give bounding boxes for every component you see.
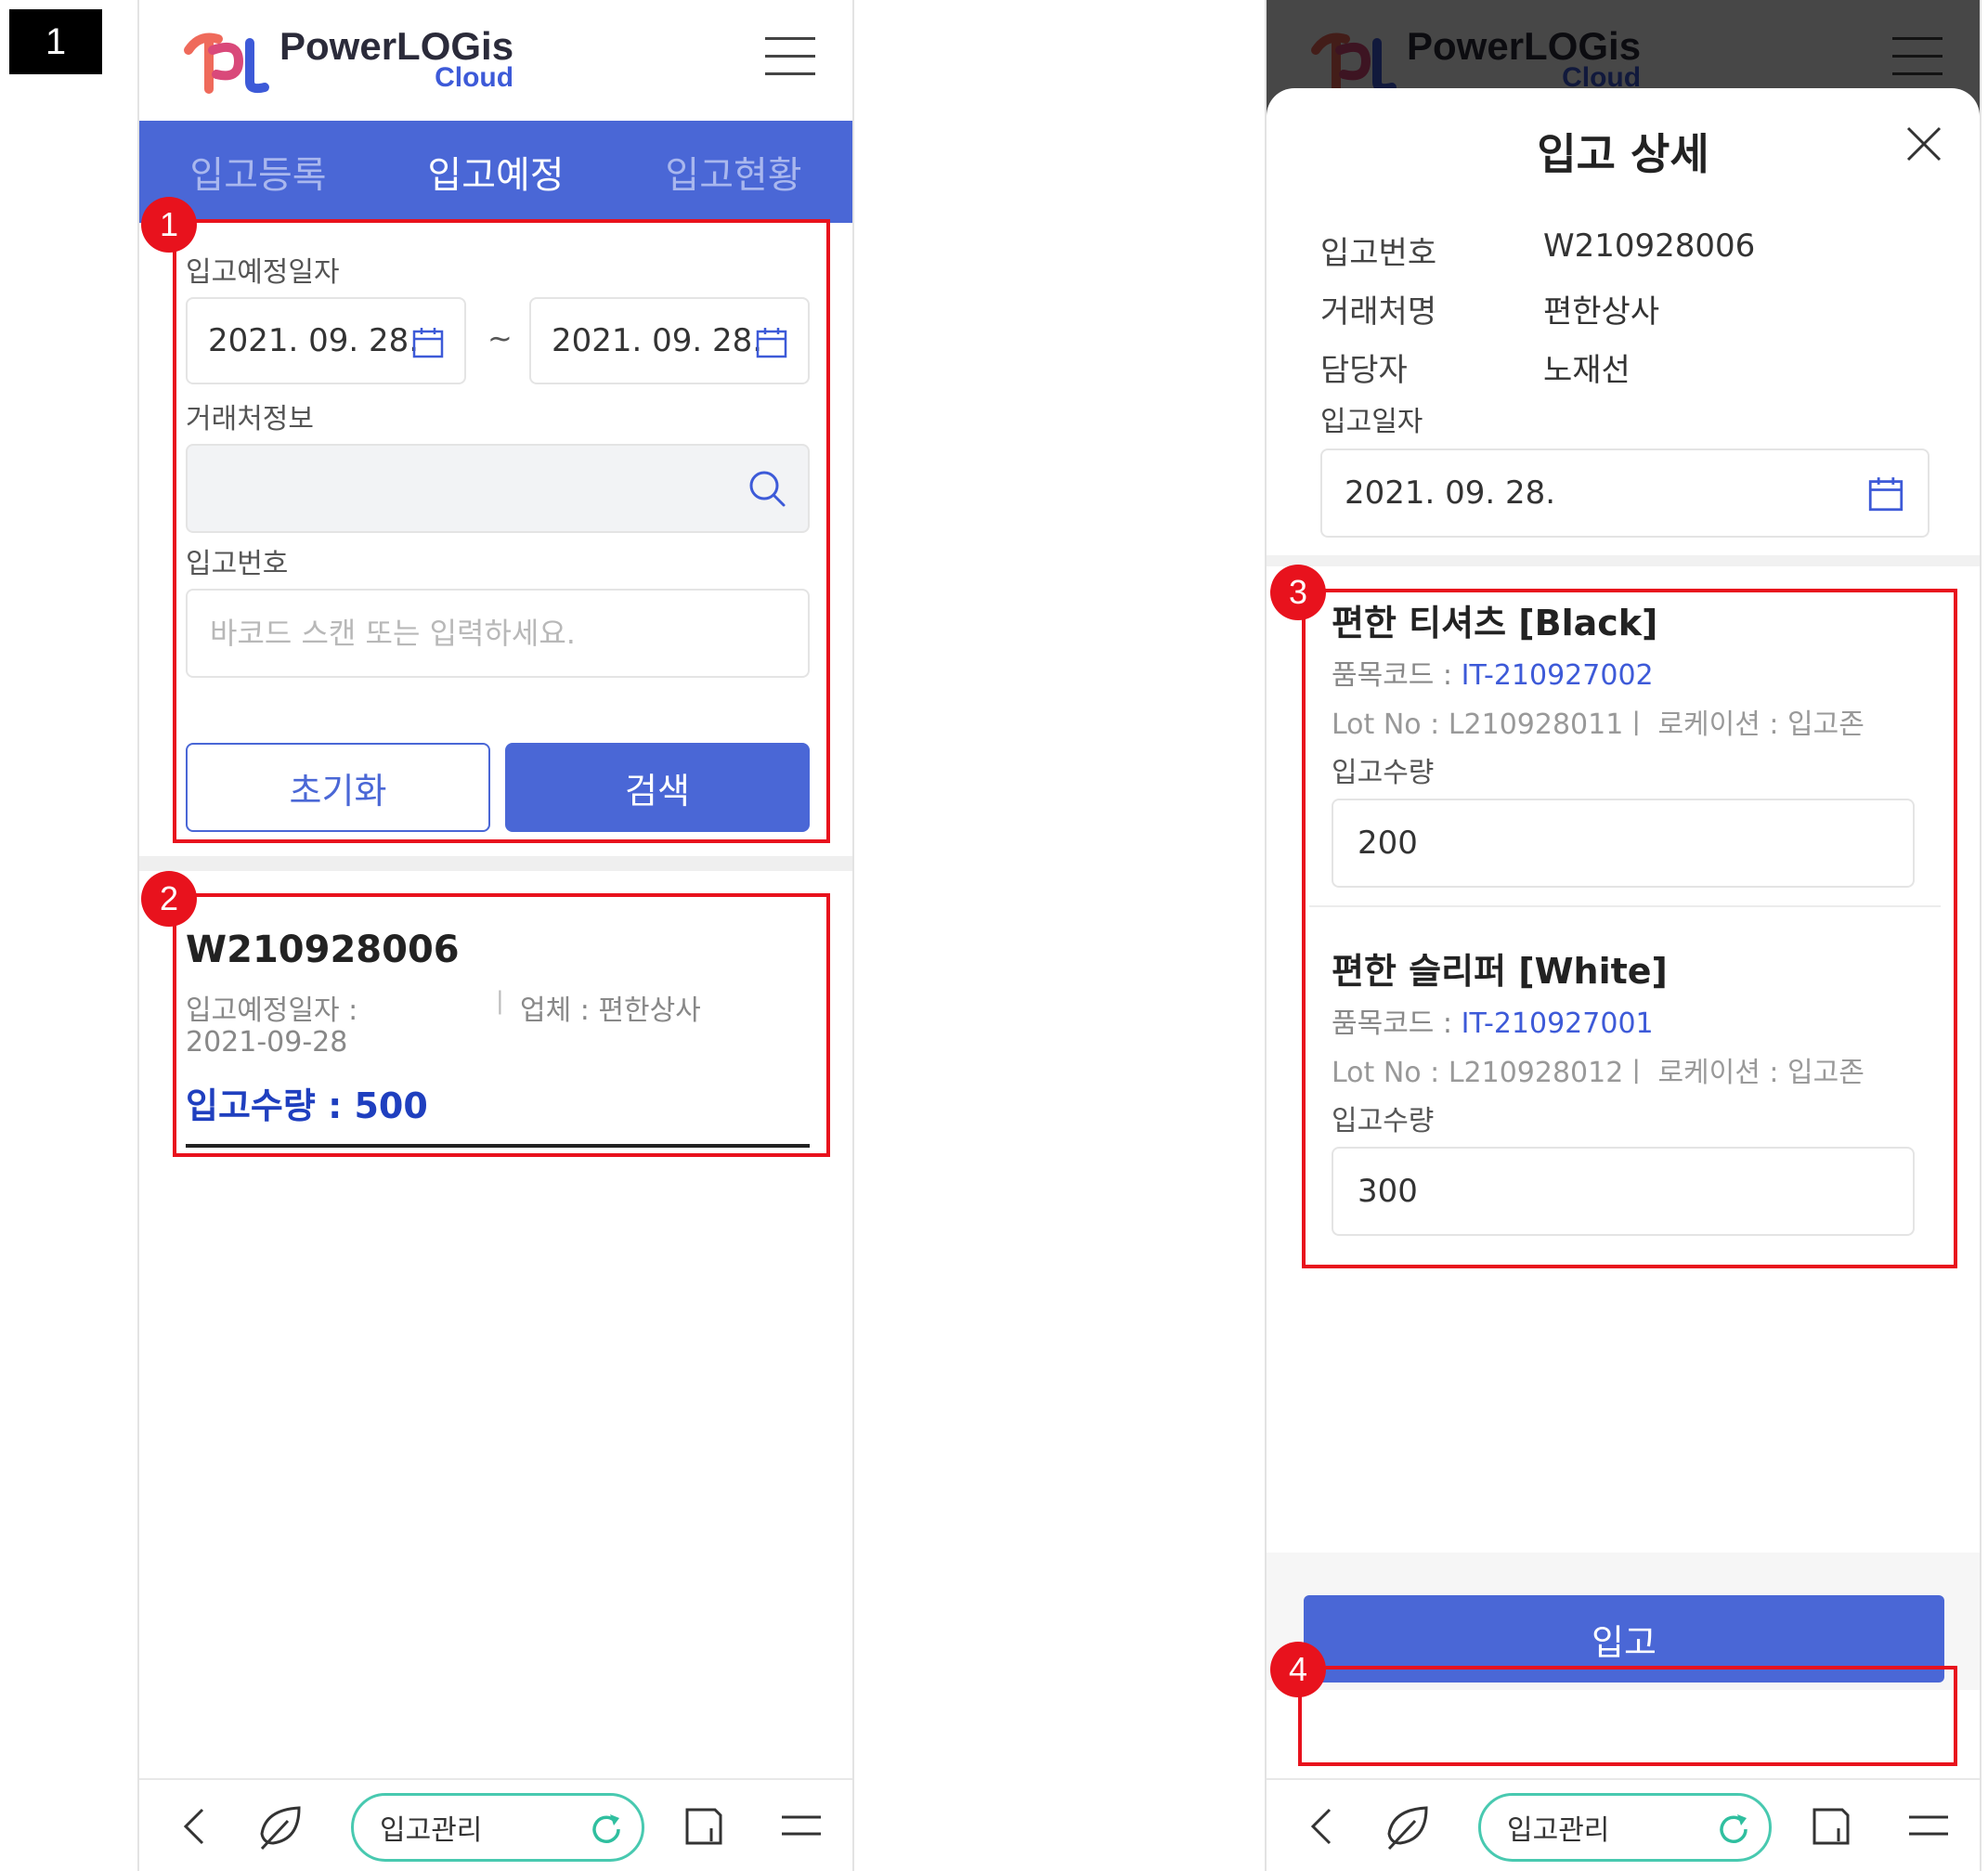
browser-bottom-bar: 입고관리 <box>1267 1778 1980 1871</box>
manager-value: 노재선 <box>1543 352 1631 389</box>
receipt-date-value: 2021. 09. 28. <box>1345 474 1556 512</box>
leaf-icon[interactable] <box>1384 1802 1434 1852</box>
annotation-box-4 <box>1298 1666 1957 1766</box>
tabs-icon[interactable] <box>683 1804 726 1849</box>
url-bar-label: 입고관리 <box>380 1814 483 1847</box>
back-icon[interactable] <box>1304 1806 1337 1847</box>
calendar-icon[interactable] <box>1868 476 1904 512</box>
menu-icon[interactable] <box>780 1812 823 1839</box>
logo-subtext: Cloud <box>435 62 514 93</box>
annotation-badge-3: 3 <box>1270 565 1326 620</box>
tab-receipt-scheduled[interactable]: 입고예정 <box>377 121 615 223</box>
logo-mark-icon <box>184 32 269 94</box>
manager-key: 담당자 <box>1320 352 1408 389</box>
tab-bar: 입고등록 입고예정 입고현황 <box>139 121 852 223</box>
annotation-badge-2: 2 <box>141 871 197 927</box>
browser-bottom-bar: 입고관리 <box>139 1778 852 1871</box>
logo-text: PowerLOGis <box>279 24 514 68</box>
sheet-title: 입고 상세 <box>1537 129 1709 179</box>
partner-name-value: 편한상사 <box>1543 293 1660 331</box>
receipt-date-label: 입고일자 <box>1320 406 1423 438</box>
menu-icon[interactable] <box>1907 1812 1950 1839</box>
annotation-badge-1: 1 <box>141 197 197 253</box>
section-divider <box>1267 555 1980 566</box>
receipt-date-input[interactable]: 2021. 09. 28. <box>1320 448 1930 538</box>
reload-icon[interactable] <box>1715 1811 1752 1848</box>
url-bar[interactable]: 입고관리 <box>351 1793 644 1862</box>
page-number-label: 1 <box>9 9 102 74</box>
reload-icon[interactable] <box>588 1811 625 1848</box>
receipt-number-key: 입고번호 <box>1320 235 1437 272</box>
app-logo[interactable]: PowerLOGis Cloud <box>181 22 513 97</box>
annotation-box-2 <box>173 893 830 1157</box>
section-divider <box>139 856 852 871</box>
receipt-number-value: W210928006 <box>1543 227 1756 265</box>
url-bar[interactable]: 입고관리 <box>1478 1793 1772 1862</box>
tab-receipt-status[interactable]: 입고현황 <box>615 121 852 223</box>
close-icon[interactable] <box>1905 125 1943 162</box>
partner-name-key: 거래처명 <box>1320 293 1437 331</box>
app-header: PowerLOGis Cloud <box>139 0 852 121</box>
phone-screen-search: PowerLOGis Cloud 입고등록 입고예정 입고현황 입고예정일자 2… <box>137 0 854 1871</box>
back-icon[interactable] <box>176 1806 210 1847</box>
annotation-box-3 <box>1302 589 1957 1268</box>
annotation-badge-4: 4 <box>1270 1642 1326 1697</box>
url-bar-label: 입고관리 <box>1507 1814 1610 1847</box>
annotation-box-1 <box>173 219 830 843</box>
tabs-icon[interactable] <box>1811 1804 1853 1849</box>
leaf-icon[interactable] <box>256 1802 306 1852</box>
phone-screen-detail: PowerLOGis Cloud 입고 상세 입고번호 W210928006 거… <box>1265 0 1982 1871</box>
hamburger-icon[interactable] <box>765 37 815 78</box>
